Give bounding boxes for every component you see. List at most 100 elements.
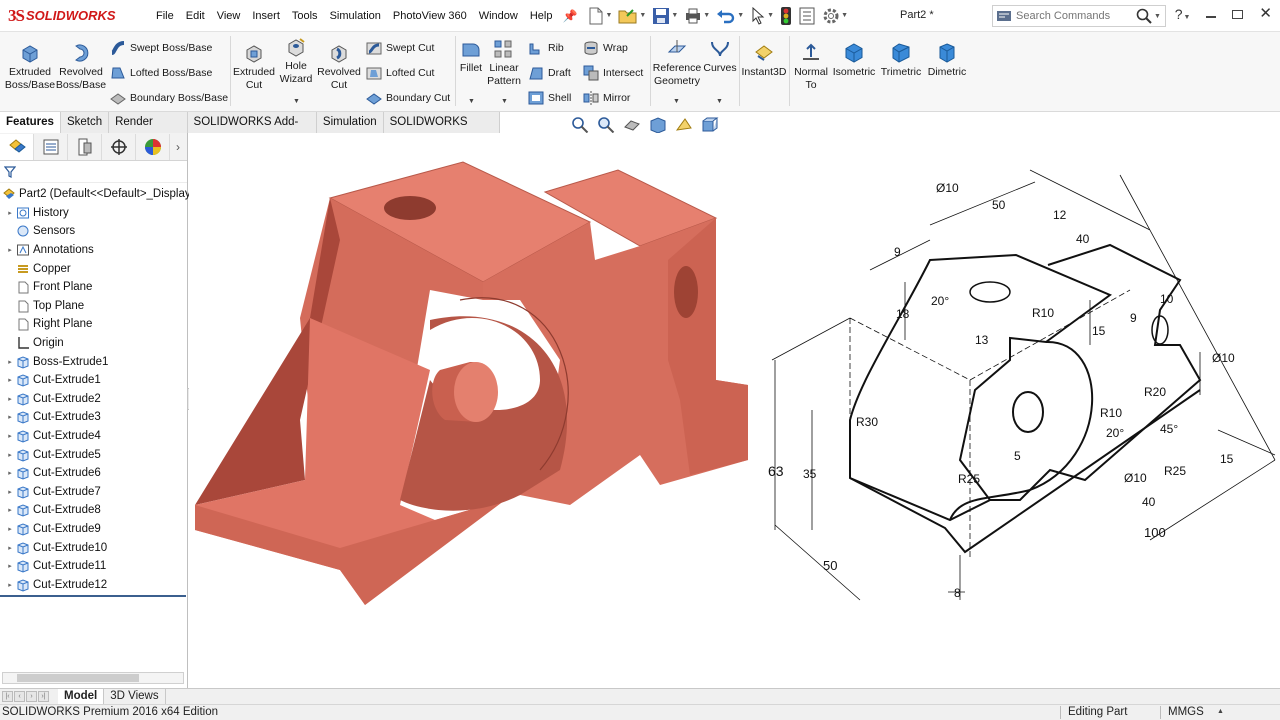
print-button[interactable]: ▼ [681,4,713,28]
lofted-boss-button[interactable]: Lofted Boss/Base [110,63,212,83]
view-orientation-icon[interactable] [700,115,720,135]
boundary-boss-button[interactable]: Boundary Boss/Base [110,88,228,108]
draft-button[interactable]: Draft [528,63,571,83]
caret-down-icon[interactable]: ▼ [501,98,508,105]
tree-item[interactable]: Origin [0,334,187,353]
configurationmanager-tab[interactable] [68,133,102,160]
pin-icon[interactable]: 📌 [562,9,577,23]
dimxpert-tab[interactable] [102,133,136,160]
revolved-boss-button[interactable]: Revolved Boss/Base [56,42,106,92]
close-icon[interactable]: ✕ [1259,6,1272,21]
tree-item[interactable]: ▸ Cut-Extrude3 [0,408,187,427]
expand-arrow-icon[interactable]: ▸ [4,544,16,552]
expand-arrow-icon[interactable]: ▸ [4,525,16,533]
tab-render-tools[interactable]: Render Tools [109,112,188,148]
tree-item[interactable]: ▸ History [0,204,187,223]
revolved-cut-button[interactable]: Revolved Cut [316,42,362,92]
save-button[interactable]: ▼ [649,4,681,28]
expand-arrow-icon[interactable]: ▸ [4,395,16,403]
dimetric-button[interactable]: Dimetric [924,42,970,79]
tree-item[interactable]: ▸ Cut-Extrude4 [0,427,187,446]
search-box[interactable]: ▼ [992,5,1166,27]
menu-view[interactable]: View [211,0,247,32]
extruded-cut-button[interactable]: Extruded Cut [232,42,276,92]
expand-arrow-icon[interactable]: ▸ [4,562,16,570]
reference-geometry-button[interactable]: Reference Geometry [652,38,702,88]
expand-arrow-icon[interactable]: ▸ [4,581,16,589]
tab-simulation[interactable]: Simulation [316,112,384,133]
menu-photoview[interactable]: PhotoView 360 [387,0,473,32]
caret-down-icon[interactable]: ▼ [716,98,723,105]
horizontal-scrollbar[interactable] [2,672,184,684]
new-document-button[interactable]: ▼ [585,4,615,28]
solid-part-model[interactable] [195,161,748,605]
expand-arrow-icon[interactable]: ▸ [4,469,16,477]
open-button[interactable]: ▼ [615,4,649,28]
expand-arrow-icon[interactable]: ▸ [4,432,16,440]
extruded-boss-button[interactable]: Extruded Boss/Base [5,42,55,92]
search-input[interactable] [1016,10,1136,22]
last-tab-icon[interactable]: ›| [38,691,49,702]
help-icon[interactable]: ?▼ [1175,6,1191,22]
fillet-button[interactable]: Fillet [457,38,485,75]
caret-down-icon[interactable]: ▼ [1154,13,1161,20]
scrollbar-thumb[interactable] [17,674,139,682]
tree-item[interactable]: ▸ Cut-Extrude8 [0,501,187,520]
intersect-button[interactable]: Intersect [583,63,643,83]
tree-item[interactable]: Sensors [0,222,187,241]
filter-icon[interactable] [4,165,16,178]
previous-tab-icon[interactable]: ‹ [14,691,25,702]
boundary-cut-button[interactable]: Boundary Cut [366,88,450,108]
next-tab-icon[interactable]: › [26,691,37,702]
select-button[interactable]: ▼ [747,4,777,28]
tree-item[interactable]: Top Plane [0,297,187,316]
tree-item[interactable]: ▸ Cut-Extrude11 [0,557,187,576]
expand-arrow-icon[interactable]: ▸ [4,506,16,514]
expand-arrow-icon[interactable]: ▸ [4,358,16,366]
tree-item[interactable]: ▸ Cut-Extrude10 [0,538,187,557]
caret-down-icon[interactable]: ▼ [673,98,680,105]
undo-button[interactable]: ▼ [713,4,747,28]
tree-item[interactable]: ▸ Cut-Extrude12 [0,575,187,594]
caret-up-icon[interactable]: ▲ [1217,708,1224,715]
hole-wizard-button[interactable]: Hole Wizard [276,36,316,86]
tree-item[interactable]: ▸ Annotations [0,241,187,260]
menu-window[interactable]: Window [473,0,524,32]
display-manager-tab[interactable] [136,133,170,160]
graphics-area[interactable]: Ø10 50 12 40 9 20° 18 R10 15 10 9 Ø10 13… [189,133,1280,688]
menu-simulation[interactable]: Simulation [324,0,387,32]
tree-item[interactable]: Front Plane [0,278,187,297]
instant3d-button[interactable]: Instant3D [741,42,787,79]
curves-button[interactable]: Curves [703,38,737,75]
swept-cut-button[interactable]: Swept Cut [366,38,434,58]
expand-arrow-icon[interactable]: ▸ [4,413,16,421]
caret-down-icon[interactable]: ▼ [293,98,300,105]
lofted-cut-button[interactable]: Lofted Cut [366,63,434,83]
wrap-button[interactable]: Wrap [583,38,628,58]
tab-mbd[interactable]: SOLIDWORKS MBD [383,112,500,148]
normal-to-button[interactable]: Normal To [791,42,831,92]
tree-item[interactable]: Copper [0,259,187,278]
menu-tools[interactable]: Tools [286,0,324,32]
zoom-to-area-icon[interactable] [596,115,616,135]
propertymanager-tab[interactable] [34,133,68,160]
rebuild-button[interactable] [777,4,795,28]
menu-edit[interactable]: Edit [180,0,211,32]
section-view-icon[interactable] [648,115,668,135]
menu-insert[interactable]: Insert [246,0,286,32]
featuremanager-tab[interactable] [0,133,34,160]
mirror-button[interactable]: Mirror [583,88,630,108]
chevron-right-icon[interactable]: › [176,140,180,154]
isometric-button[interactable]: Isometric [832,42,876,79]
rib-button[interactable]: Rib [528,38,564,58]
tree-item[interactable]: Right Plane [0,315,187,334]
minimize-icon[interactable] [1206,16,1217,18]
tree-item[interactable]: ▸ Cut-Extrude2 [0,390,187,409]
menu-file[interactable]: File [150,0,180,32]
menu-help[interactable]: Help [524,0,559,32]
tree-item[interactable]: ▸ Cut-Extrude5 [0,445,187,464]
expand-arrow-icon[interactable]: ▸ [4,451,16,459]
expand-arrow-icon[interactable]: ▸ [4,209,16,217]
tree-item[interactable]: ▸ Boss-Extrude1 [0,352,187,371]
tab-model[interactable]: Model [58,688,105,705]
